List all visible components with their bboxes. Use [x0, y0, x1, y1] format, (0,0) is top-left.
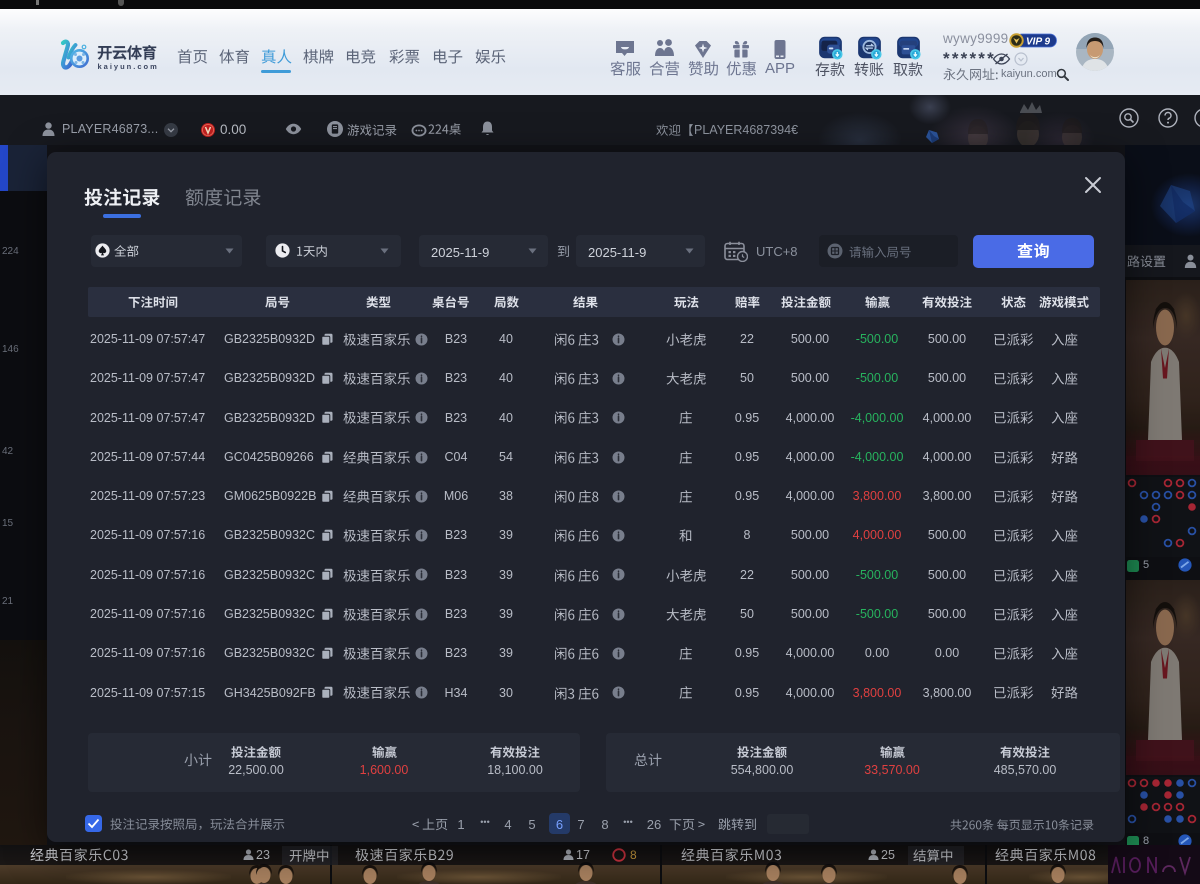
svg-text:VIP 9: VIP 9: [1026, 37, 1051, 48]
